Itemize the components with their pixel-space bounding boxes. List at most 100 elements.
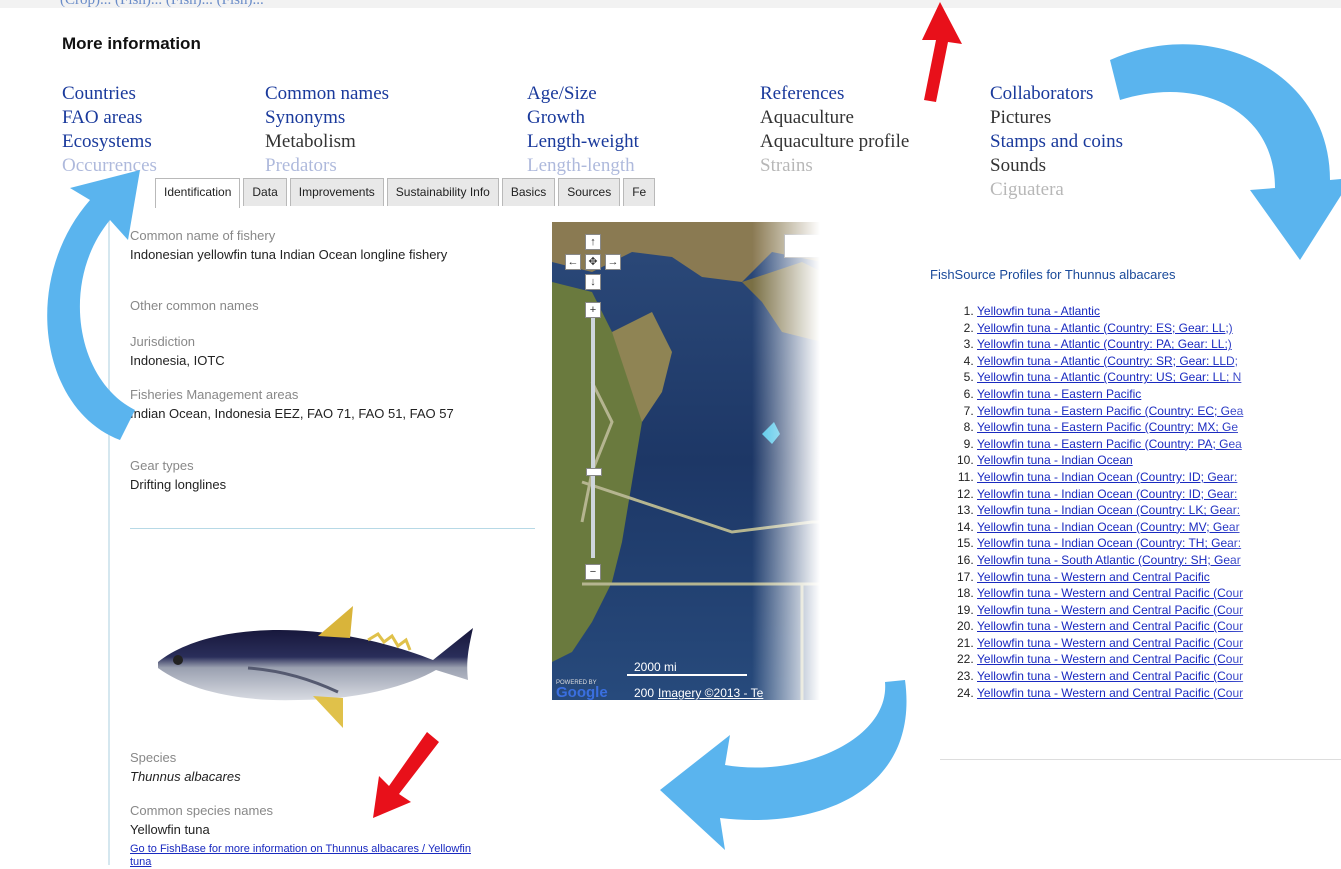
fishsource-profile-link[interactable]: Yellowfin tuna - Western and Central Pac… (977, 603, 1243, 617)
fishbase-link[interactable]: Go to FishBase for more information on T… (130, 843, 490, 869)
fishsource-list-item: Yellowfin tuna - South Atlantic (Country… (977, 552, 1243, 569)
blue-curved-arrow-bottom (660, 680, 907, 850)
fishsource-profile-link[interactable]: Yellowfin tuna - Western and Central Pac… (977, 652, 1243, 666)
more-info-growth[interactable]: Growth (527, 106, 639, 130)
fishsource-profile-link[interactable]: Yellowfin tuna - Eastern Pacific (Countr… (977, 437, 1242, 451)
pan-left-icon[interactable]: ← (565, 254, 581, 270)
red-arrow-up (922, 2, 962, 102)
pan-up-icon[interactable]: ↑ (585, 234, 601, 250)
fishsource-list-item: Yellowfin tuna - Western and Central Pac… (977, 569, 1243, 586)
more-info-length-weight[interactable]: Length-weight (527, 130, 639, 154)
fishsource-profile-link[interactable]: Yellowfin tuna - South Atlantic (Country… (977, 553, 1241, 567)
fishsource-bottom-rule (940, 759, 1341, 760)
tab-basics[interactable]: Basics (501, 178, 556, 206)
fishsource-list-item: Yellowfin tuna - Indian Ocean (Country: … (977, 535, 1243, 552)
gear-label: Gear types (130, 458, 194, 473)
fishsource-list-item: Yellowfin tuna - Indian Ocean (977, 452, 1243, 469)
pan-center-icon[interactable]: ✥ (585, 254, 601, 270)
fishsource-profile-link[interactable]: Yellowfin tuna - Indian Ocean (Country: … (977, 520, 1240, 534)
pan-down-icon[interactable]: ↓ (585, 274, 601, 290)
fishsource-profile-link[interactable]: Yellowfin tuna - Indian Ocean (977, 453, 1133, 467)
fishsource-profile-link[interactable]: Yellowfin tuna - Western and Central Pac… (977, 636, 1243, 650)
blue-curved-arrow-left (47, 170, 140, 440)
scale-label: 2000 mi (634, 660, 677, 674)
tab-improvements[interactable]: Improvements (289, 178, 384, 206)
tab-bar-fade (720, 175, 840, 215)
more-info-fao-areas[interactable]: FAO areas (62, 106, 157, 130)
fishsource-profile-link[interactable]: Yellowfin tuna - Atlantic (Country: US; … (977, 370, 1241, 384)
more-info-countries[interactable]: Countries (62, 82, 157, 106)
fishsource-profile-link[interactable]: Yellowfin tuna - Atlantic (Country: ES; … (977, 321, 1233, 335)
zoom-out-icon[interactable]: − (585, 564, 601, 580)
tab-bar: Identification Data Improvements Sustainabi… (155, 178, 658, 208)
fishsource-profile-link[interactable]: Yellowfin tuna - Eastern Pacific (Countr… (977, 420, 1238, 434)
fishsource-list: Yellowfin tuna - Atlantic Yellowfin tuna … (951, 303, 1243, 701)
fishsource-profile-link[interactable]: Yellowfin tuna - Indian Ocean (Country: … (977, 503, 1240, 517)
fishsource-profile-link[interactable]: Yellowfin tuna - Western and Central Pac… (977, 686, 1243, 700)
fishsource-list-item: Yellowfin tuna - Eastern Pacific (977, 386, 1243, 403)
fishsource-list-item: Yellowfin tuna - Atlantic (Country: SR; … (977, 353, 1243, 370)
scale-bar (627, 674, 747, 676)
fishsource-list-item: Yellowfin tuna - Indian Ocean (Country: … (977, 519, 1243, 536)
fishsource-profile-link[interactable]: Yellowfin tuna - Eastern Pacific (Countr… (977, 404, 1243, 418)
fishsource-profile-link[interactable]: Yellowfin tuna - Western and Central Pac… (977, 570, 1210, 584)
fishsource-list-item: Yellowfin tuna - Atlantic (977, 303, 1243, 320)
fishsource-profile-link[interactable]: Yellowfin tuna - Atlantic (977, 304, 1100, 318)
fishsource-list-item: Yellowfin tuna - Atlantic (Country: US; … (977, 369, 1243, 386)
fishsource-list-item: Yellowfin tuna - Western and Central Pac… (977, 602, 1243, 619)
common-name-value: Indonesian yellowfin tuna Indian Ocean l… (130, 247, 448, 262)
section-divider (130, 528, 535, 529)
gear-value: Drifting longlines (130, 477, 227, 492)
areas-label: Fisheries Management areas (130, 387, 299, 402)
fishsource-profile-link[interactable]: Yellowfin tuna - Atlantic (Country: SR; … (977, 354, 1238, 368)
more-info-aquaculture: Aquaculture (760, 107, 854, 128)
fishsource-profile-link[interactable]: Yellowfin tuna - Western and Central Pac… (977, 669, 1243, 683)
more-info-predators[interactable]: Predators (265, 154, 389, 178)
tab-data[interactable]: Data (243, 178, 287, 206)
fishsource-list-item: Yellowfin tuna - Atlantic (Country: PA; … (977, 336, 1243, 353)
fishsource-profile-link[interactable]: Yellowfin tuna - Eastern Pacific (977, 387, 1141, 401)
fishsource-list-item: Yellowfin tuna - Western and Central Pac… (977, 685, 1243, 702)
tab-fe[interactable]: Fe (623, 178, 656, 206)
tab-identification[interactable]: Identification (155, 178, 241, 208)
blue-curved-arrow-right (1110, 44, 1341, 260)
fishsource-profile-link[interactable]: Yellowfin tuna - Atlantic (Country: PA; … (977, 337, 1232, 351)
species-names-value: Yellowfin tuna (130, 822, 210, 837)
zoom-slider[interactable] (591, 318, 595, 558)
fishsource-list-item: Yellowfin tuna - Atlantic (Country: ES; … (977, 320, 1243, 337)
fishsource-profile-link[interactable]: Yellowfin tuna - Western and Central Pac… (977, 586, 1243, 600)
right-panel-fade (1220, 250, 1341, 770)
fishsource-list-item: Yellowfin tuna - Western and Central Pac… (977, 668, 1243, 685)
zoom-slider-handle[interactable] (586, 468, 602, 476)
cropped-top-text: (Crop)... (Fish)... (Fish)... (Fish)... (0, 0, 1341, 8)
fishsource-list-item: Yellowfin tuna - Western and Central Pac… (977, 618, 1243, 635)
fishsource-profile-link[interactable]: Yellowfin tuna - Indian Ocean (Country: … (977, 470, 1237, 484)
red-arrow-down-left (373, 732, 439, 818)
more-info-metabolism: Metabolism (265, 131, 356, 152)
more-info-synonyms[interactable]: Synonyms (265, 106, 389, 130)
species-label: Species (130, 750, 177, 765)
fishsource-profile-link[interactable]: Yellowfin tuna - Indian Ocean (Country: … (977, 487, 1237, 501)
fishsource-list-item: Yellowfin tuna - Indian Ocean (Country: … (977, 486, 1243, 503)
tab-sources[interactable]: Sources (558, 178, 621, 206)
more-info-age-size[interactable]: Age/Size (527, 82, 639, 106)
tab-sustainability-info[interactable]: Sustainability Info (386, 178, 499, 206)
fishsource-list-item: Yellowfin tuna - Indian Ocean (Country: … (977, 502, 1243, 519)
more-information-heading: More information (62, 34, 201, 53)
fishsource-list-item: Yellowfin tuna - Eastern Pacific (Countr… (977, 403, 1243, 420)
fishsource-list-item: Yellowfin tuna - Western and Central Pac… (977, 585, 1243, 602)
zoom-in-icon[interactable]: + (585, 302, 601, 318)
more-info-references[interactable]: References (760, 82, 909, 106)
more-info-length-length[interactable]: Length-length (527, 154, 639, 178)
fishsource-profile-link[interactable]: Yellowfin tuna - Western and Central Pac… (977, 619, 1243, 633)
species-value: Thunnus albacares (130, 769, 241, 784)
map-fade (752, 222, 832, 702)
more-info-aquaculture-profile: Aquaculture profile (760, 131, 910, 152)
more-info-ecosystems[interactable]: Ecosystems (62, 130, 157, 154)
pan-right-icon[interactable]: → (605, 254, 621, 270)
more-info-column: Age/Size Growth Length-weight Length-length (527, 82, 639, 178)
yellowfin-tuna-image (158, 606, 473, 728)
fishsource-profile-link[interactable]: Yellowfin tuna - Indian Ocean (Country: … (977, 536, 1241, 550)
species-names-label: Common species names (130, 803, 274, 818)
more-info-common-names[interactable]: Common names (265, 82, 389, 106)
